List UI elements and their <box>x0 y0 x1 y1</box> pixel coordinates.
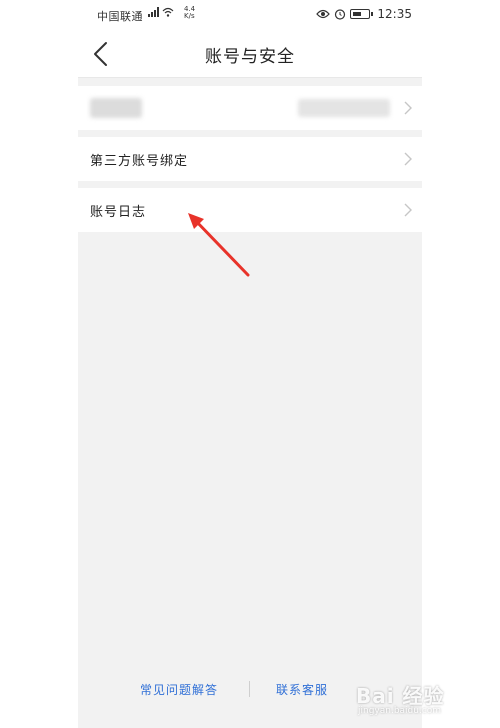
carrier-name: 中国联通 <box>97 10 143 23</box>
red-arrow-icon <box>188 213 250 277</box>
network-icons <box>148 7 174 17</box>
watermark-sub: jingyan.baidu.com <box>358 706 442 716</box>
battery-tip <box>371 12 374 16</box>
menu-item-label: 第三方账号绑定 <box>90 154 189 169</box>
contact-support-link[interactable]: 联系客服 <box>276 681 328 698</box>
chevron-right-icon <box>404 152 412 166</box>
alarm-icon <box>335 9 346 20</box>
blurred-value <box>298 99 390 117</box>
footer-divider <box>249 681 250 697</box>
status-right: 12:35 <box>316 7 412 21</box>
chevron-right-icon <box>404 101 412 115</box>
baidu-watermark: Bai 经验 jingyan.baidu.com <box>356 672 496 722</box>
blurred-label <box>90 98 142 118</box>
faq-link[interactable]: 常见问题解答 <box>140 681 218 698</box>
nav-bar: 账号与安全 <box>78 30 422 78</box>
wifi-icon <box>162 7 174 17</box>
menu-item-label: 账号日志 <box>90 205 147 220</box>
watermark-text: Bai 经验 <box>356 684 445 708</box>
battery-icon <box>350 9 371 19</box>
signal-icon <box>148 7 159 17</box>
status-bar: 中国联通 4.4 K/s 12:35 <box>78 0 422 30</box>
menu-item-third-party-binding[interactable]: 第三方账号绑定 <box>78 137 422 181</box>
net-speed-unit: K/s <box>184 12 195 20</box>
menu-item-account-info[interactable] <box>78 86 422 130</box>
phone-screen: 中国联通 4.4 K/s 12:35 账号与安全 第三方账号绑定 账号日志 常见… <box>78 0 422 728</box>
net-speed: 4.4 K/s <box>184 6 195 20</box>
clock-time: 12:35 <box>377 7 412 21</box>
chevron-right-icon <box>404 203 412 217</box>
page-title: 账号与安全 <box>205 47 295 67</box>
eye-icon <box>316 9 331 19</box>
